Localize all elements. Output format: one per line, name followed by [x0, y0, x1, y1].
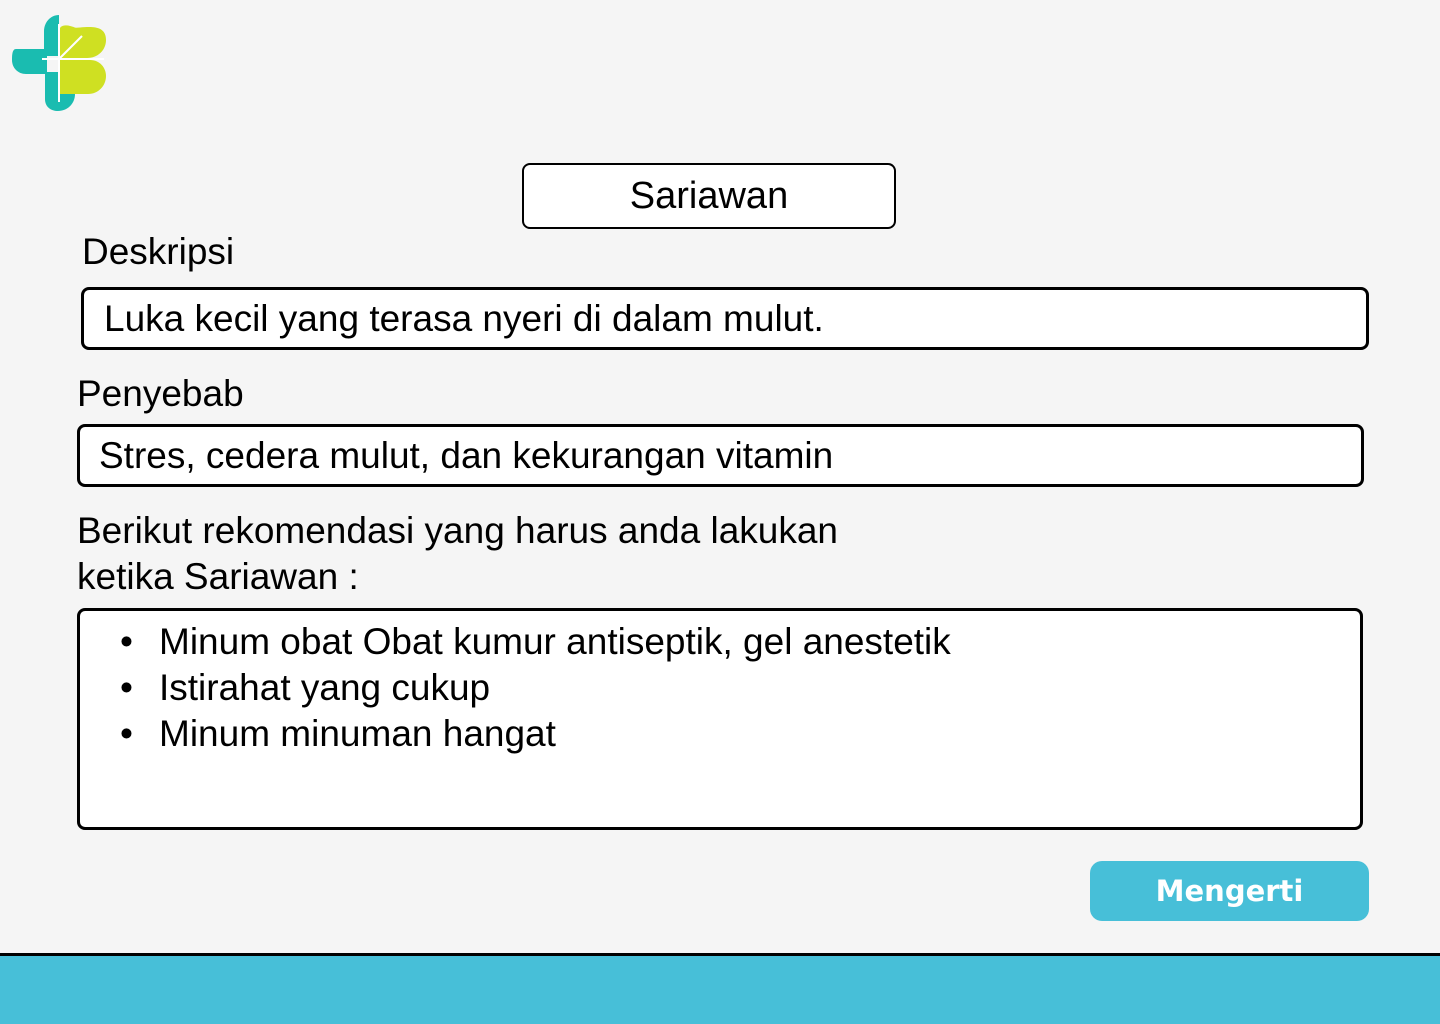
list-item: • Minum obat Obat kumur antiseptik, gel … — [80, 619, 1360, 665]
description-field: Luka kecil yang terasa nyeri di dalam mu… — [81, 287, 1369, 350]
bullet-icon: • — [120, 621, 133, 662]
recommendation-item-text: Minum minuman hangat — [159, 713, 556, 754]
cause-label: Penyebab — [77, 373, 244, 414]
kemenkes-logo-icon — [12, 14, 108, 112]
recommendation-box: • Minum obat Obat kumur antiseptik, gel … — [77, 608, 1363, 830]
recommendation-heading-line1: Berikut rekomendasi yang harus anda laku… — [77, 510, 839, 551]
recommendation-list: • Minum obat Obat kumur antiseptik, gel … — [80, 611, 1360, 757]
recommendation-item-text: Minum obat Obat kumur antiseptik, gel an… — [159, 621, 951, 662]
cause-value: Stres, cedera mulut, dan kekurangan vita… — [99, 434, 834, 476]
list-item: • Istirahat yang cukup — [80, 665, 1360, 711]
mengerti-button-label: Mengerti — [1155, 874, 1304, 908]
description-value: Luka kecil yang terasa nyeri di dalam mu… — [104, 297, 824, 339]
cause-field: Stres, cedera mulut, dan kekurangan vita… — [77, 424, 1364, 487]
bullet-icon: • — [120, 713, 133, 754]
footer-bar — [0, 953, 1440, 1024]
description-label: Deskripsi — [82, 231, 235, 272]
recommendation-heading-line2: ketika Sariawan : — [77, 556, 359, 597]
bullet-icon: • — [120, 667, 133, 708]
disease-title: Sariawan — [522, 163, 896, 229]
mengerti-button[interactable]: Mengerti — [1090, 861, 1369, 921]
list-item: • Minum minuman hangat — [80, 711, 1360, 757]
recommendation-item-text: Istirahat yang cukup — [159, 667, 491, 708]
recommendation-heading: Berikut rekomendasi yang harus anda laku… — [77, 508, 838, 600]
